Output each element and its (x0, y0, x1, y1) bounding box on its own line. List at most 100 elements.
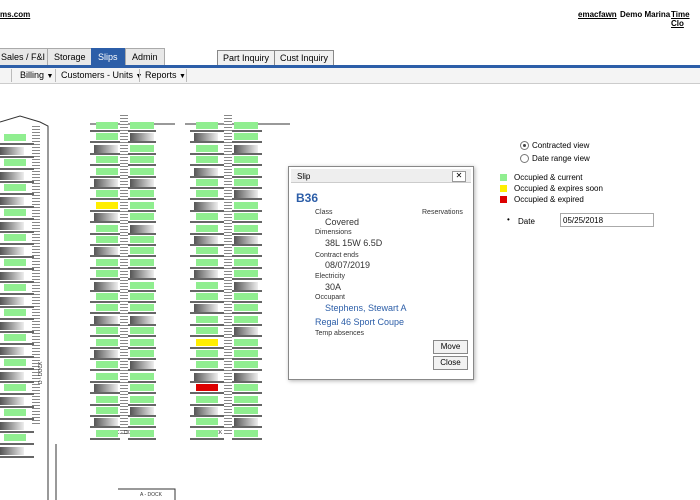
slip-cell[interactable] (196, 293, 218, 300)
slip-cell[interactable] (4, 209, 26, 216)
slip-cell[interactable] (130, 338, 154, 346)
slip-cell[interactable] (196, 429, 218, 437)
slip-cell[interactable] (196, 338, 218, 346)
slip-cell[interactable] (96, 236, 118, 243)
slip-cell[interactable] (196, 247, 218, 255)
slip-cell[interactable] (4, 309, 26, 316)
slip-cell[interactable] (96, 304, 118, 312)
slip-cell[interactable] (4, 284, 26, 291)
slip-cell[interactable] (4, 409, 26, 416)
close-icon[interactable]: ✕ (452, 171, 466, 182)
date-input[interactable] (560, 213, 654, 227)
slip-cell[interactable] (234, 201, 258, 209)
site-link[interactable]: ms.com (0, 10, 30, 19)
contracted-view-radio[interactable] (520, 141, 529, 150)
slip-cell[interactable] (234, 133, 258, 141)
slip-cell[interactable] (196, 258, 218, 266)
slip-cell[interactable] (234, 350, 258, 357)
slip-cell[interactable] (234, 247, 258, 255)
user-link[interactable]: emacfawn (578, 10, 617, 19)
slip-cell[interactable] (96, 224, 118, 232)
slip-cell[interactable] (234, 156, 258, 164)
slip-cell[interactable] (234, 270, 258, 278)
slip-cell[interactable] (130, 236, 154, 243)
slip-cell[interactable] (234, 384, 258, 392)
part-inquiry-button[interactable]: Part Inquiry (217, 50, 276, 66)
slip-cell[interactable] (196, 281, 218, 289)
slip-cell[interactable] (96, 133, 118, 141)
slip-cell[interactable] (96, 372, 118, 380)
slip-cell[interactable] (234, 304, 258, 312)
slip-cell[interactable] (130, 258, 154, 266)
slip-cell[interactable] (196, 361, 218, 369)
occupant-link[interactable]: Stephens, Stewart A (325, 303, 407, 313)
slip-cell[interactable] (130, 384, 154, 392)
slip-cell[interactable] (234, 338, 258, 346)
slip-cell[interactable] (196, 144, 218, 152)
slip-cell[interactable] (96, 361, 118, 369)
slip-cell[interactable] (4, 334, 26, 341)
slip-cell[interactable] (234, 179, 258, 186)
slip-cell[interactable] (234, 224, 258, 232)
slip-cell[interactable] (196, 384, 218, 392)
slip-cell[interactable] (96, 167, 118, 175)
slip-cell[interactable] (196, 179, 218, 186)
slip-cell[interactable] (234, 167, 258, 175)
marina-map[interactable]: D - DOCK C - DOCK B - DOCK A - DOCK (0, 84, 290, 500)
slip-cell[interactable] (4, 384, 26, 391)
slip-cell[interactable] (96, 270, 118, 278)
slip-cell[interactable] (130, 304, 154, 312)
slip-cell[interactable] (234, 122, 258, 129)
slip-cell[interactable] (130, 429, 154, 437)
slip-cell[interactable] (130, 247, 154, 255)
slip-cell[interactable] (196, 315, 218, 323)
slip-cell[interactable] (4, 159, 26, 166)
slip-cell[interactable] (130, 144, 154, 152)
slip-cell[interactable] (96, 429, 118, 437)
slip-cell[interactable] (234, 213, 258, 221)
slip-cell[interactable] (234, 293, 258, 300)
slip-cell[interactable] (196, 190, 218, 198)
slip-cell[interactable] (130, 418, 154, 426)
slip-cell[interactable] (4, 359, 26, 366)
cust-inquiry-button[interactable]: Cust Inquiry (274, 50, 335, 66)
slip-cell[interactable] (130, 395, 154, 403)
customers-units-menu[interactable]: Customers - Units ▼ (61, 70, 142, 80)
slip-cell[interactable] (96, 201, 118, 209)
slip-cell[interactable] (130, 213, 154, 221)
slip-cell[interactable] (96, 293, 118, 300)
slip-cell[interactable] (130, 156, 154, 164)
slip-cell[interactable] (4, 234, 26, 241)
slip-cell[interactable] (4, 134, 26, 141)
reports-menu[interactable]: Reports ▼ (145, 70, 186, 80)
tab-admin[interactable]: Admin (125, 48, 165, 66)
slip-cell[interactable] (130, 190, 154, 198)
slip-cell[interactable] (96, 190, 118, 198)
slip-cell[interactable] (196, 213, 218, 221)
slip-cell[interactable] (96, 338, 118, 346)
slip-cell[interactable] (96, 327, 118, 335)
tab-slips[interactable]: Slips (91, 48, 125, 66)
slip-cell[interactable] (130, 122, 154, 129)
slip-cell[interactable] (234, 361, 258, 369)
close-button[interactable]: Close (433, 356, 468, 370)
time-clock-link[interactable]: Time Clo (671, 10, 700, 28)
slip-cell[interactable] (4, 259, 26, 266)
slip-cell[interactable] (130, 350, 154, 357)
slip-cell[interactable] (234, 429, 258, 437)
slip-cell[interactable] (96, 395, 118, 403)
slip-cell[interactable] (196, 327, 218, 335)
slip-cell[interactable] (96, 258, 118, 266)
slip-cell[interactable] (234, 258, 258, 266)
slip-cell[interactable] (96, 122, 118, 129)
slip-cell[interactable] (196, 122, 218, 129)
slip-cell[interactable] (4, 434, 26, 441)
tab-sales-fi[interactable]: Sales / F&I (0, 48, 53, 66)
slip-cell[interactable] (234, 407, 258, 414)
date-range-view-radio[interactable] (520, 154, 529, 163)
slip-cell[interactable] (234, 395, 258, 403)
slip-cell[interactable] (130, 293, 154, 300)
slip-cell[interactable] (96, 407, 118, 414)
slip-cell[interactable] (130, 201, 154, 209)
slip-cell[interactable] (96, 156, 118, 164)
